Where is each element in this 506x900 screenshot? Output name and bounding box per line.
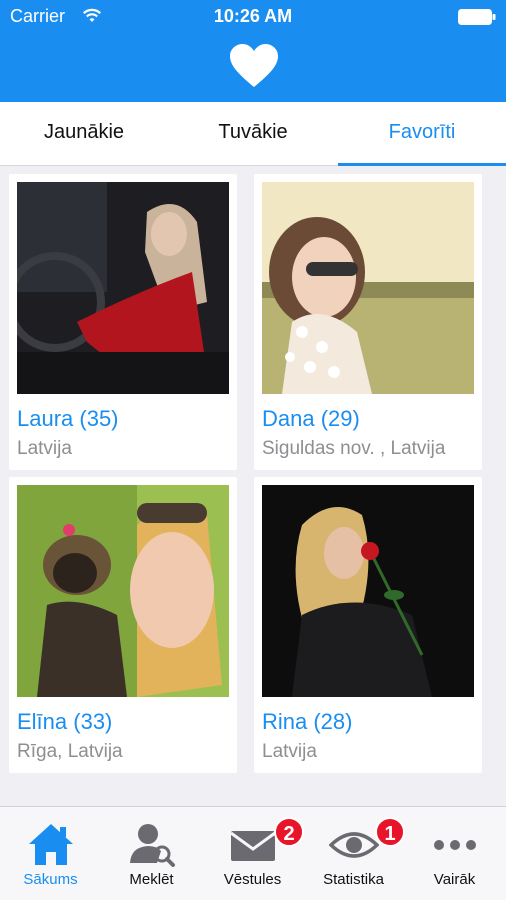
profile-location: Latvija bbox=[17, 438, 72, 459]
profile-location: Siguldas nov. , Latvija bbox=[262, 438, 446, 459]
nav-label: Statistika bbox=[323, 871, 384, 888]
tab-newest[interactable]: Jaunākie bbox=[0, 102, 168, 166]
profile-name[interactable]: Dana (29) bbox=[262, 406, 360, 432]
status-time: 10:26 AM bbox=[213, 6, 293, 26]
more-icon bbox=[404, 821, 505, 869]
status-bar: Carrier 10:26 AM bbox=[0, 0, 506, 34]
profile-name[interactable]: Rina (28) bbox=[262, 709, 352, 735]
nav-label: Vairāk bbox=[433, 871, 476, 888]
nav-statistics[interactable]: 1 Statistika bbox=[303, 807, 405, 900]
profile-card[interactable]: Dana (29) Siguldas nov. , Latvija bbox=[254, 174, 482, 470]
nav-label: Meklēt bbox=[129, 871, 174, 888]
nav-more[interactable]: Vairāk bbox=[404, 807, 505, 900]
profile-card[interactable]: Rina (28) Latvija bbox=[254, 477, 482, 773]
profile-grid: Laura (35) Latvija Dana (29) Siguldas no… bbox=[0, 166, 506, 806]
profile-card[interactable]: Elīna (33) Rīga, Latvija bbox=[9, 477, 237, 773]
search-user-icon bbox=[101, 821, 202, 869]
tab-nearest[interactable]: Tuvākie bbox=[169, 102, 337, 166]
profile-location: Latvija bbox=[262, 741, 317, 762]
profile-name[interactable]: Laura (35) bbox=[17, 406, 119, 432]
profile-photo bbox=[262, 182, 474, 394]
profile-photo bbox=[17, 182, 229, 394]
tab-favorites[interactable]: Favorīti bbox=[338, 102, 506, 166]
heart-icon bbox=[229, 43, 279, 89]
nav-label: Sākums bbox=[23, 871, 78, 888]
nav-messages[interactable]: 2 Vēstules bbox=[202, 807, 304, 900]
nav-home[interactable]: Sākums bbox=[0, 807, 101, 900]
profile-photo bbox=[17, 485, 229, 697]
profile-photo bbox=[262, 485, 474, 697]
statistics-badge: 1 bbox=[375, 817, 405, 847]
profile-name[interactable]: Elīna (33) bbox=[17, 709, 112, 735]
nav-search[interactable]: Meklēt bbox=[101, 807, 202, 900]
nav-label: Vēstules bbox=[223, 871, 282, 888]
battery-icon bbox=[458, 9, 496, 25]
messages-badge: 2 bbox=[274, 817, 304, 847]
home-icon bbox=[0, 821, 101, 869]
segment-tabs: Jaunākie Tuvākie Favorīti bbox=[0, 102, 506, 166]
profile-location: Rīga, Latvija bbox=[17, 741, 123, 762]
bottom-tab-bar: Sākums Meklēt 2 Vēstules 1 Statistika Va… bbox=[0, 806, 506, 900]
profile-card[interactable]: Laura (35) Latvija bbox=[9, 174, 237, 470]
app-header: Carrier 10:26 AM bbox=[0, 0, 506, 102]
